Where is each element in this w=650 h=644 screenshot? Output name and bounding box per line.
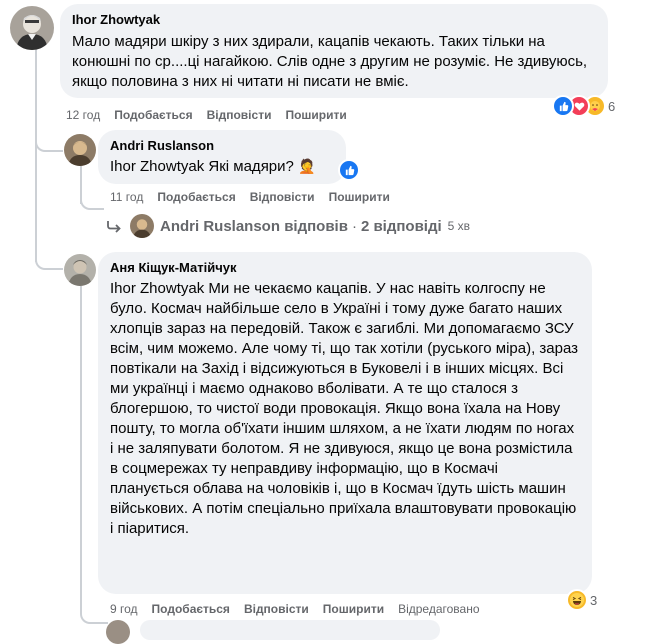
reply-button[interactable]: Відповісти — [244, 602, 309, 616]
avatar — [130, 214, 154, 238]
comment-time[interactable]: 11 год — [110, 190, 143, 204]
reply-button[interactable]: Відповісти — [250, 190, 315, 204]
avatar-photo-icon — [106, 620, 130, 644]
replies-separator: · — [351, 217, 357, 235]
thread-curve-nested — [80, 188, 104, 210]
avatar-photo-icon — [130, 214, 154, 238]
avatar[interactable] — [64, 134, 96, 166]
like-icon — [338, 159, 360, 181]
avatar[interactable] — [10, 6, 54, 50]
comment-bubble: Andri Ruslanson Ihor Zhowtyak Які мадяри… — [98, 130, 346, 184]
share-button[interactable]: Поширити — [285, 108, 346, 122]
comment-author[interactable]: Аня Кіщук-Матійчук — [110, 260, 580, 276]
comment-actions: 9 год Подобається Відповісти Поширити Ві… — [110, 602, 480, 616]
facepalm-emoji: 🤦 — [298, 159, 316, 175]
avatar-photo-icon — [64, 134, 96, 166]
reaction-summary[interactable] — [338, 159, 360, 181]
avatar[interactable] — [64, 254, 96, 286]
thread-curve-next — [80, 600, 108, 624]
avatar-photo-icon — [10, 6, 54, 50]
comment-body: Які мадяри? — [204, 158, 294, 175]
share-button[interactable]: Поширити — [329, 190, 390, 204]
thread-line-reply-2 — [80, 286, 82, 606]
mention-link[interactable]: Ihor Zhowtyak — [110, 280, 204, 297]
reply-arrow-icon — [106, 219, 122, 233]
replies-age: 5 хв — [447, 219, 471, 233]
comment-text: Ihor Zhowtyak Ми не чекаємо кацапів. У н… — [110, 279, 580, 539]
replies-count: 2 відповіді — [360, 217, 442, 235]
reaction-summary[interactable]: 6 — [552, 95, 616, 117]
comment-bubble — [140, 620, 440, 640]
like-button[interactable]: Подобається — [157, 190, 235, 204]
avatar-photo-icon — [64, 254, 96, 286]
reaction-count: 6 — [608, 98, 616, 114]
like-icon — [552, 95, 574, 117]
mention-link[interactable]: Ihor Zhowtyak — [110, 158, 204, 175]
comment-bubble: Аня Кіщук-Матійчук Ihor Zhowtyak Ми не ч… — [98, 252, 592, 594]
comment-bubble: Ihor Zhowtyak Мало мадяри шкіру з них зд… — [60, 4, 608, 98]
like-button[interactable]: Подобається — [114, 108, 192, 122]
replies-author: Andri Ruslanson — [160, 217, 281, 235]
like-button[interactable]: Подобається — [152, 602, 230, 616]
reaction-summary[interactable]: 3 — [566, 589, 598, 611]
comment-actions: 11 год Подобається Відповісти Поширити — [110, 190, 404, 204]
replies-verb: відповів — [284, 217, 348, 235]
comment-time[interactable]: 9 год — [110, 602, 138, 616]
share-button[interactable]: Поширити — [323, 602, 384, 616]
comment-text: Ihor Zhowtyak Які мадяри? 🤦 — [110, 157, 334, 177]
haha-icon — [566, 589, 588, 611]
comment-author[interactable]: Ihor Zhowtyak — [72, 12, 596, 28]
reply-button[interactable]: Відповісти — [207, 108, 272, 122]
edited-label: Відредаговано — [398, 602, 480, 616]
avatar[interactable] — [106, 620, 130, 644]
thread-curve-reply-1 — [35, 128, 63, 152]
reaction-count: 3 — [590, 592, 598, 608]
comment-author[interactable]: Andri Ruslanson — [110, 138, 334, 154]
comment-text: Мало мадяри шкіру з них здирали, кацапів… — [72, 33, 588, 90]
comment-actions: 12 год Подобається Відповісти Поширити — [66, 108, 361, 122]
comment-body: Ми не чекаємо кацапів. У нас навіть колг… — [110, 280, 579, 537]
view-replies-link[interactable]: Andri Ruslanson відповів · 2 відповіді 5… — [106, 214, 470, 238]
thread-curve-reply-2 — [35, 240, 63, 270]
thread-line-main — [35, 48, 37, 262]
comment-time[interactable]: 12 год — [66, 108, 100, 122]
